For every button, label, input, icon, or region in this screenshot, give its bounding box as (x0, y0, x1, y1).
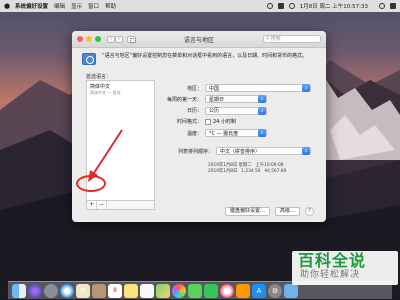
calendar-row: 日历： 公历 ⇕ (164, 106, 314, 116)
zoom-button[interactable] (95, 36, 101, 42)
time-format-value: 24 小时制 (213, 119, 236, 126)
list-item[interactable]: 简体中文 简体中文 — 首选 (87, 81, 154, 98)
search-icon: ⚲ (266, 36, 270, 42)
safari-icon[interactable] (60, 283, 74, 298)
watermark-title: 百科全说 (298, 251, 367, 270)
show-all-grid-icon[interactable] (127, 35, 136, 43)
sort-order-value: 中文（拼音排序） (220, 148, 261, 155)
contacts-icon[interactable] (92, 283, 106, 298)
apple-menu-icon[interactable]: ● (4, 2, 10, 10)
chevron-updown-icon: ⇕ (258, 106, 266, 115)
maps-icon[interactable] (156, 283, 170, 298)
back-button[interactable]: ‹ (107, 35, 115, 43)
search-field[interactable]: ⚲ 搜索 (263, 35, 321, 43)
sample-currency: ¥4,567.89 (264, 168, 287, 174)
list-buttons: + − (86, 201, 155, 210)
intro-section: “语言与地区”偏好设置控制您在菜单和对话框中看到的语言，以及日期、时间和货币的格… (82, 53, 318, 71)
intro-text: “语言与地区”偏好设置控制您在菜单和对话框中看到的语言，以及日期、时间和货币的格… (102, 53, 308, 59)
preferred-languages-label: 首选语言： (86, 74, 112, 80)
facetime-icon[interactable] (204, 283, 218, 298)
temperature-row: 温度： °C — 摄氏度 ⇕ (164, 128, 314, 138)
region-row: 地区： 中国 ⇕ (164, 83, 314, 93)
region-select[interactable]: 中国 ⇕ (205, 84, 311, 92)
wifi-icon[interactable] (266, 3, 273, 9)
annotation-circle (76, 175, 106, 192)
watermark-logo: 百科全说 助你轻松解决 (292, 251, 398, 285)
menu-edit[interactable]: 编辑 (54, 2, 65, 10)
calendar-select[interactable]: 公历 ⇕ (205, 106, 267, 115)
language-region-window: ‹ › 语言与地区 ⚲ 搜索 “语言与地区”偏好设置控制您在菜单和对话框中看到的… (72, 31, 326, 222)
calendar-label: 日历： (186, 108, 202, 115)
add-language-button[interactable]: + (87, 201, 97, 209)
time-format-row: 时间格式： 24 小时制 (164, 117, 314, 127)
first-day-label: 每周的第一天： (166, 96, 202, 103)
time-format-label: 时间格式： (176, 119, 202, 126)
launchpad-icon[interactable] (44, 283, 58, 298)
keyboard-preferences-button[interactable]: 键盘偏好设置… (224, 207, 270, 216)
language-flag-icon (82, 53, 96, 65)
title-bar: ‹ › 语言与地区 ⚲ 搜索 (72, 31, 326, 48)
menu-view[interactable]: 显示 (71, 2, 82, 10)
menu-extras: 1月8日 周二 上午10:57:33 (266, 2, 396, 10)
menu-help[interactable]: 帮助 (105, 2, 116, 10)
first-day-select[interactable]: 星期日 ⇕ (205, 95, 267, 104)
notes-icon[interactable] (124, 283, 138, 298)
photos-icon[interactable] (172, 283, 186, 298)
itunes-icon[interactable] (220, 283, 234, 298)
chevron-updown-icon: ⇕ (258, 129, 266, 138)
calendar-icon[interactable]: 8 (108, 283, 122, 298)
bottom-buttons: 键盘偏好设置… 高级… ? (224, 207, 314, 216)
checkbox-icon[interactable] (205, 118, 211, 125)
remove-language-button[interactable]: − (97, 201, 107, 209)
folder-icon[interactable] (284, 283, 298, 298)
temperature-value: °C — 摄氏度 (209, 130, 239, 137)
search-placeholder: 搜索 (270, 36, 281, 42)
sample-date-short: 2019年1月8日 (208, 168, 238, 174)
language-name: 简体中文 (90, 84, 111, 90)
sort-order-select[interactable]: 中文（拼音排序） ⇕ (216, 147, 311, 156)
region-settings-form: 地区： 中国 ⇕ 每周的第一天： 星期日 ⇕ 日历： 公历 ⇕ 时间格式： 24… (164, 83, 314, 175)
time-format-checkbox[interactable]: 24 小时制 (205, 118, 267, 126)
menu-bar: ● 系统偏好设置 编辑 显示 窗口 帮助 1月8日 周二 上午10:57:33 (0, 0, 400, 12)
system-preferences-icon[interactable]: ⚙ (268, 283, 282, 298)
sample-line: 2019年1月8日 1,234.56 ¥4,567.89 (208, 169, 314, 175)
messages-icon[interactable] (188, 283, 202, 298)
mail-icon[interactable]: ✉ (76, 283, 90, 298)
menu-clock[interactable]: 1月8日 周二 上午10:57:33 (300, 2, 368, 10)
reminders-icon[interactable] (140, 283, 154, 298)
advanced-button[interactable]: 高级… (274, 207, 300, 216)
chevron-updown-icon: ⇕ (302, 84, 310, 92)
minimize-button[interactable] (86, 36, 92, 42)
app-store-icon[interactable]: A (252, 283, 266, 298)
region-value: 中国 (209, 85, 220, 92)
chevron-updown-icon: ⇕ (258, 95, 266, 104)
sort-order-label: 列表排列顺序： (177, 148, 213, 155)
finder-icon[interactable] (12, 283, 26, 298)
spotlight-icon[interactable] (379, 3, 385, 9)
region-label: 地区： (186, 85, 202, 92)
temperature-select[interactable]: °C — 摄氏度 ⇕ (205, 129, 267, 138)
first-day-row: 每周的第一天： 星期日 ⇕ (164, 94, 314, 104)
ibooks-icon[interactable] (236, 283, 250, 298)
siri-icon[interactable] (28, 283, 42, 298)
first-day-value: 星期日 (209, 96, 225, 103)
sample-number: 1,234.56 (241, 168, 261, 174)
battery-icon[interactable] (277, 3, 284, 9)
chevron-updown-icon: ⇕ (302, 147, 310, 156)
temperature-label: 温度： (186, 130, 202, 137)
calendar-value: 公历 (209, 108, 220, 115)
help-button[interactable]: ? (305, 207, 314, 216)
language-subtitle: 简体中文 — 首选 (90, 90, 121, 95)
sort-order-row: 列表排列顺序： 中文（拼音排序） ⇕ (164, 146, 314, 156)
notification-center-icon[interactable] (390, 3, 396, 9)
close-button[interactable] (77, 36, 83, 42)
format-sample: 2019年1月8日 星期二 上午10:09:08 2019年1月8日 1,234… (208, 163, 314, 175)
menu-window[interactable]: 窗口 (88, 2, 99, 10)
volume-icon[interactable] (288, 3, 295, 9)
menu-app-name[interactable]: 系统偏好设置 (15, 2, 48, 10)
watermark-subtitle: 助你轻松解决 (300, 270, 361, 280)
forward-button[interactable]: › (115, 35, 123, 43)
